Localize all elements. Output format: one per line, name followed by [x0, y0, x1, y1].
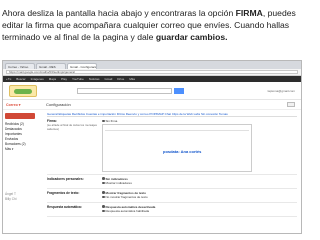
mail-selector[interactable]: Correo ▾	[6, 103, 46, 107]
signature-format-toolbar[interactable]	[105, 127, 249, 131]
signature-text[interactable]: posdata: Ana cortés	[163, 149, 201, 154]
snippets-row: Fragmentos de texto: Mostrar fragmentos …	[47, 189, 297, 203]
sidebar: Recibidos (2) Destacados Importantes Env…	[3, 110, 43, 219]
settings-content: General Etiquetas Recibidos Cuentas e im…	[43, 110, 301, 219]
radio-icon[interactable]	[102, 195, 105, 199]
instruction-bold-firma: FIRMA	[235, 8, 263, 18]
signature-row: Firma: (se añade al final de todos los m…	[47, 117, 297, 175]
mail-toolbar: Correo ▾ Configuración	[3, 100, 301, 110]
browser-tabbar: Correo - Yahoo Gmail - RES Gmail - Confi…	[3, 61, 301, 69]
browser-tab[interactable]: Correo - Yahoo	[5, 63, 35, 69]
gbar-link[interactable]: Buscar	[16, 77, 25, 81]
auto-reply-label: Respuesta automática:	[47, 204, 82, 209]
gbar-link[interactable]: Play	[61, 77, 67, 81]
instruction-bold-guardar: guardar cambios.	[155, 32, 228, 42]
url-field[interactable]: https://mail.google.com/mail/u/0/#settin…	[6, 70, 298, 74]
gbar-link[interactable]: YouTube	[72, 77, 84, 81]
gbar-link[interactable]: Drive	[117, 77, 124, 81]
gmail-screenshot: Correo - Yahoo Gmail - RES Gmail - Confi…	[2, 60, 302, 234]
signature-editor[interactable]: posdata: Ana cortés	[102, 123, 252, 172]
personal-indicators-label: Indicadores personales:	[47, 176, 84, 181]
radio-icon[interactable]	[102, 191, 105, 194]
gmail-header: laptoma@gmail.com	[3, 82, 301, 100]
gbar-link[interactable]: Gmail	[104, 77, 112, 81]
search-button[interactable]	[174, 87, 184, 94]
auto-reply-on[interactable]: Respuesta automática habilitada	[102, 209, 297, 214]
gbar-link[interactable]: Imágenes	[31, 77, 44, 81]
personal-indicators-row: Indicadores personales: Sin indicadores …	[47, 175, 297, 189]
signature-label: Firma: (se añade al final de todos los m…	[47, 119, 97, 131]
page-title: Configuración	[46, 102, 71, 107]
gbar-link[interactable]: Noticias	[89, 77, 100, 81]
instruction-text: Ahora desliza la pantalla hacia abajo y …	[2, 7, 318, 43]
search-input[interactable]	[77, 87, 172, 94]
radio-icon[interactable]	[102, 209, 105, 213]
browser-tab-active[interactable]: Gmail - Configuración	[67, 63, 97, 69]
snippets-label: Fragmentos de texto:	[47, 190, 80, 195]
signature-field: Sin firma posdata: Ana cortés	[102, 119, 297, 172]
gbar-link[interactable]: +Tú	[6, 77, 11, 81]
gbar-link[interactable]: Maps	[49, 77, 56, 81]
personal-indicators-on[interactable]: Mostrar indicadores	[102, 181, 297, 186]
radio-icon[interactable]	[102, 205, 105, 208]
radio-icon[interactable]	[102, 181, 105, 185]
browser-tab[interactable]: Gmail - RES	[36, 63, 66, 69]
address-bar: https://mail.google.com/mail/u/0/#settin…	[3, 69, 301, 76]
gear-icon[interactable]	[287, 102, 295, 107]
contact-item[interactable]: Billy Chi	[5, 197, 41, 202]
gbar-link[interactable]: Más	[129, 77, 135, 81]
radio-icon[interactable]	[102, 177, 105, 180]
compose-button[interactable]	[5, 113, 35, 119]
auto-reply-row: Respuesta automática: Respuesta automáti…	[47, 203, 297, 217]
radio-icon[interactable]	[102, 119, 105, 123]
gmail-logo[interactable]	[9, 84, 37, 97]
account-email[interactable]: laptoma@gmail.com	[268, 89, 295, 93]
main-area: Recibidos (2) Destacados Importantes Env…	[3, 110, 301, 219]
instruction-part1: Ahora desliza la pantalla hacia abajo y …	[2, 8, 236, 18]
snippets-off[interactable]: No mostrar fragmentos de texto	[102, 195, 297, 200]
